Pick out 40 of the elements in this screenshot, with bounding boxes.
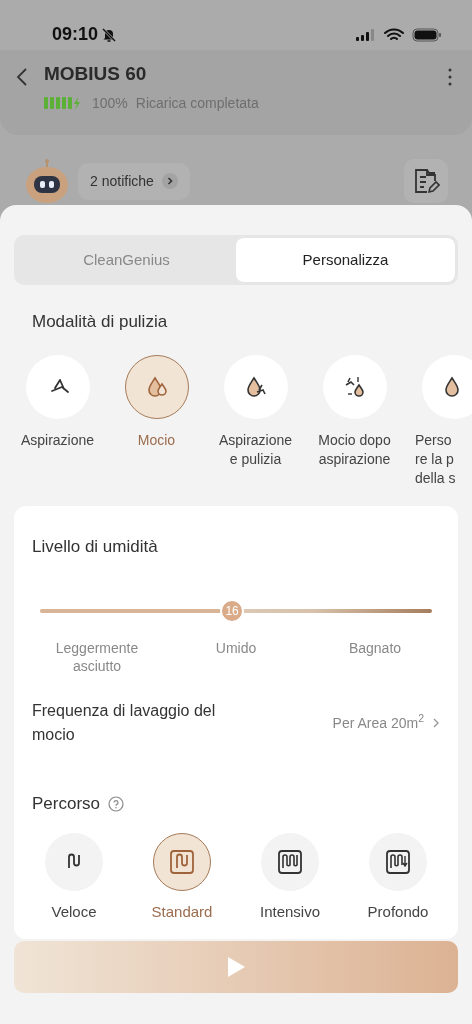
start-button[interactable] [14, 941, 458, 993]
chevron-right-icon [432, 717, 440, 729]
help-icon [108, 795, 125, 812]
intensive-route-icon [276, 847, 304, 876]
setting-value: Per Area 20m$^{2}$ [332, 712, 424, 733]
cleaning-mode-option[interactable]: Aspirazione [8, 354, 107, 488]
chevron-right-icon [161, 173, 178, 189]
robot-avatar-icon [24, 158, 70, 204]
cleaning-mode-option[interactable]: Perso re la p della s [404, 354, 472, 488]
deep-route-icon [384, 847, 412, 876]
device-title: MOBIUS 60 [44, 62, 148, 86]
mode-tab[interactable]: Personalizza [236, 238, 455, 282]
more-icon [448, 67, 452, 86]
humidity-label: Bagnato [347, 639, 403, 658]
section-title: Livello di umidità [32, 535, 159, 558]
edit-button[interactable] [404, 159, 448, 203]
status-time: 09:10 [52, 23, 99, 46]
route-option[interactable]: Standard [132, 832, 232, 923]
cleaning-mode-option[interactable]: Aspirazione e pulizia [206, 354, 305, 488]
play-icon [226, 956, 246, 978]
wifi-icon [384, 27, 404, 42]
edit-document-icon [412, 167, 440, 195]
bell-muted-icon [101, 26, 118, 43]
help-button[interactable] [108, 795, 125, 812]
route-option[interactable]: Profondo [348, 832, 448, 923]
wash-frequency-row[interactable]: Frequenza di lavaggio del mocio Per Area 20m$^{2}$ [32, 699, 440, 747]
cleaning-mode-option[interactable]: Mocio [107, 354, 206, 488]
notifications-button[interactable]: 2 notifiche [78, 162, 190, 200]
battery-icon [412, 27, 442, 42]
standard-route-icon [168, 847, 196, 876]
cleaning-mode-option[interactable]: Mocio dopo aspirazione [305, 354, 404, 488]
route-option[interactable]: Intensivo [240, 832, 340, 923]
back-icon [16, 66, 28, 87]
section-title: Modalità di pulizia [32, 311, 169, 333]
section-title: Percorso [32, 793, 101, 815]
humidity-label: Umido [214, 639, 258, 658]
signal-icon [356, 28, 376, 41]
humidity-label: Leggermente asciutto [54, 639, 140, 675]
setting-label: Frequenza di lavaggio del mocio [32, 701, 217, 745]
route-option[interactable]: Veloce [24, 832, 124, 923]
